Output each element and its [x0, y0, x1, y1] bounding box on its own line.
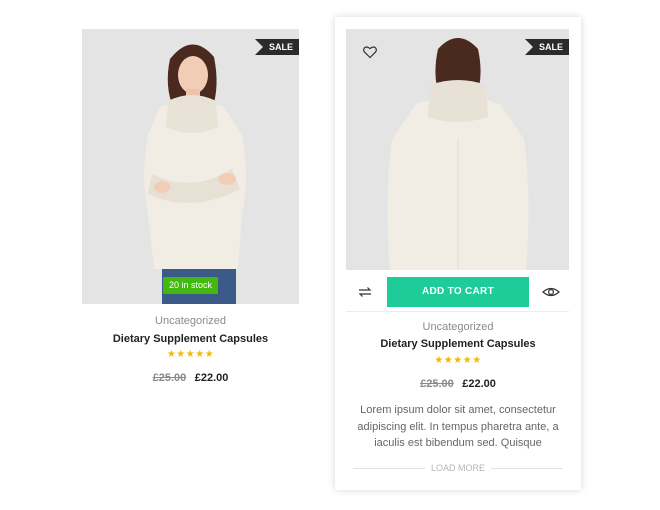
sale-price: £22.00 — [194, 372, 229, 384]
eye-icon[interactable] — [542, 284, 560, 300]
product-description: Lorem ipsum dolor sit amet, consectetur … — [357, 404, 559, 449]
old-price: £25.00 — [420, 378, 454, 390]
old-price: £25.00 — [152, 372, 187, 384]
product-title[interactable]: Dietary Supplement Capsules — [335, 338, 581, 350]
product-photo-back — [346, 29, 569, 270]
product-actions-bar: ADD TO CART — [346, 272, 569, 312]
product-card-2[interactable]: SALE ADD TO CART Uncategorized Dietary S… — [335, 17, 581, 490]
product-image-1[interactable]: SALE 20 in stock — [82, 29, 299, 304]
product-category[interactable]: Uncategorized — [82, 315, 299, 327]
sale-price: £22.00 — [462, 378, 496, 390]
add-to-cart-button[interactable]: ADD TO CART — [387, 277, 529, 307]
load-more: LOAD MORE — [353, 462, 563, 474]
divider-line — [491, 468, 563, 469]
price-block: £25.00 £22.00 — [82, 368, 299, 386]
product-title[interactable]: Dietary Supplement Capsules — [82, 333, 299, 345]
rating-stars: ★★★★★ — [166, 349, 215, 360]
heart-icon[interactable] — [362, 44, 378, 60]
product-category[interactable]: Uncategorized — [335, 321, 581, 333]
stock-badge: 20 in stock — [163, 277, 218, 294]
compare-arrows-icon[interactable] — [357, 284, 373, 300]
price-block: £25.00 £22.00 — [335, 374, 581, 392]
product-card-1[interactable]: SALE 20 in stock Uncategorized Dietary S… — [82, 29, 299, 384]
product-photo-front — [82, 29, 299, 304]
rating-stars: ★★★★★ — [434, 355, 482, 366]
product-image-2[interactable]: SALE — [346, 29, 569, 270]
